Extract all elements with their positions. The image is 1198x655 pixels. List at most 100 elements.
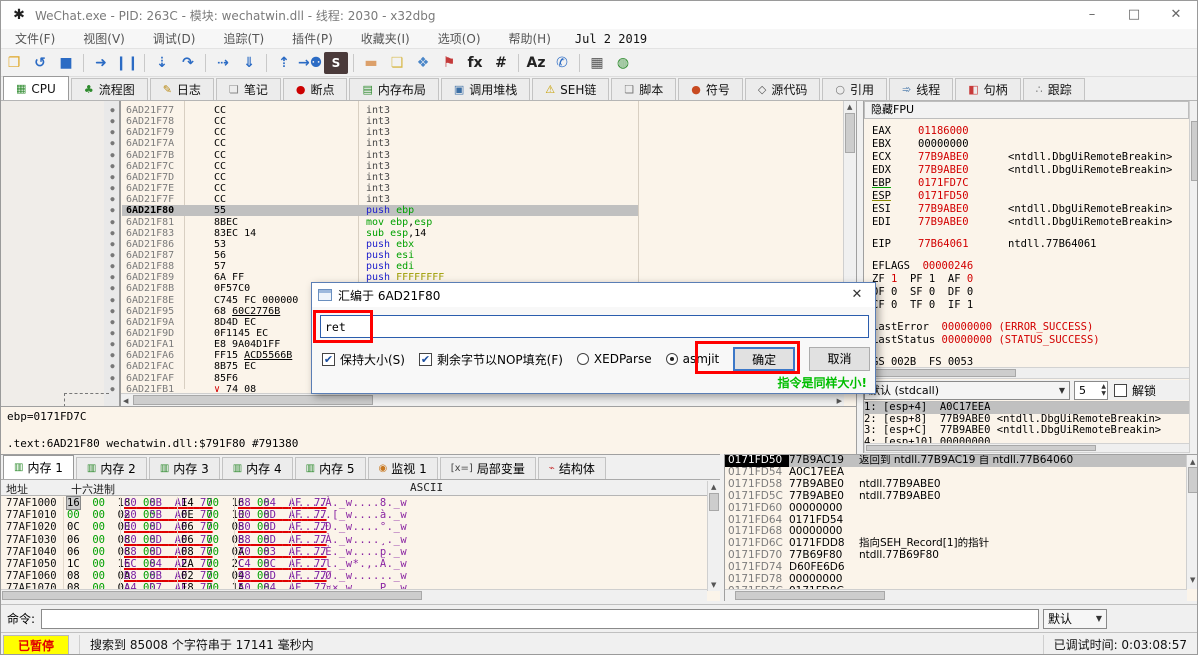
menu-item-7[interactable]: 帮助(H): [495, 30, 565, 47]
register-line[interactable]: EBP0171FD7C: [872, 177, 1189, 190]
keep-size-checkbox[interactable]: ✔: [322, 353, 335, 366]
maximize-button[interactable]: □: [1113, 1, 1155, 29]
nop-fill-option[interactable]: ✔ 剩余字节以NOP填充(F): [419, 351, 563, 368]
tab-dump-5[interactable]: ▥内存 5: [295, 457, 366, 479]
breakpoint-dot-icon[interactable]: ●: [104, 150, 121, 161]
comments-icon[interactable]: ❏: [385, 52, 409, 74]
breakpoint-dot-icon[interactable]: ●: [104, 138, 121, 149]
hide-fpu-button[interactable]: 隐藏FPU: [864, 101, 1189, 119]
stop-icon[interactable]: ■: [54, 52, 78, 74]
stack-row[interactable]: 0171FD5C77B9ABE0ntdll.77B9ABE0: [725, 491, 1198, 503]
disasm-row[interactable]: ●6AD21F8653push ebx: [1, 239, 844, 250]
tab-handles[interactable]: ◧句柄: [955, 78, 1020, 100]
tab-symbols[interactable]: ●符号: [678, 78, 743, 100]
breakpoint-dot-icon[interactable]: ●: [104, 161, 121, 172]
calling-convention-select[interactable]: 默认 (stdcall) ▼: [864, 381, 1070, 400]
breakpoint-dot-icon[interactable]: ●: [104, 105, 121, 116]
breakpoint-dot-icon[interactable]: ●: [104, 116, 121, 127]
dump-row[interactable]: 77AF100016 00 18 00C0 8B AF 7714 00 16 0…: [1, 497, 707, 509]
tab-struct[interactable]: ⌁结构体: [538, 457, 606, 479]
stack-row[interactable]: 0171FD6000000000: [725, 503, 1198, 515]
tab-dump-4[interactable]: ▥内存 4: [222, 457, 293, 479]
registers-horizontal-scrollbar[interactable]: [864, 367, 1189, 379]
breakpoint-dot-icon[interactable]: ●: [104, 127, 121, 138]
disasm-horizontal-scrollbar[interactable]: ◀ ▶: [121, 393, 844, 406]
memory-dump-panel[interactable]: ▥内存 1▥内存 2▥内存 3▥内存 4▥内存 5◉监视 1[x=]局部变量⌁结…: [1, 454, 720, 601]
stepper-arrows-icon[interactable]: ▲▼: [1101, 383, 1107, 397]
breakpoint-dot-icon[interactable]: ●: [104, 228, 121, 239]
close-button[interactable]: ✕: [1155, 1, 1197, 29]
breakpoint-dot-icon[interactable]: ●: [104, 250, 121, 261]
tab-memory-map[interactable]: ▤内存布局: [349, 78, 438, 100]
breakpoint-dot-icon[interactable]: ●: [104, 306, 121, 317]
menu-item-6[interactable]: 选项(O): [424, 30, 495, 47]
step-into-icon[interactable]: ⇣: [150, 52, 174, 74]
breakpoint-dot-icon[interactable]: ●: [104, 205, 121, 216]
tab-references[interactable]: ○引用: [822, 78, 887, 100]
open-folder-icon[interactable]: ❐: [2, 52, 26, 74]
restart-icon[interactable]: ↺: [28, 52, 52, 74]
dump-vertical-scrollbar[interactable]: ▲ ▼: [707, 481, 720, 591]
tab-locals[interactable]: [x=]局部变量: [440, 457, 536, 479]
tab-dump-2[interactable]: ▥内存 2: [76, 457, 147, 479]
tab-graph[interactable]: ♣流程图: [71, 78, 148, 100]
xedparse-radio[interactable]: [577, 353, 589, 365]
dump-row[interactable]: 77AF101000 00 02 0080 5B AF 770E 00 10 0…: [1, 509, 707, 521]
argument-count-stepper[interactable]: 5 ▲▼: [1074, 381, 1108, 400]
disasm-row[interactable]: ●6AD21F8756push esi: [1, 250, 844, 261]
breakpoint-dot-icon[interactable]: ●: [104, 328, 121, 339]
command-input[interactable]: [41, 609, 1039, 629]
tab-watch-1[interactable]: ◉监视 1: [368, 457, 438, 479]
trace-into-icon[interactable]: ⇢: [211, 52, 235, 74]
dump-row[interactable]: 77AF104006 00 08 00C8 8D AF 7708 00 0A 0…: [1, 546, 707, 558]
tab-trace[interactable]: ∴跟踪: [1023, 78, 1085, 100]
disasm-row[interactable]: ●6AD21F8857push edi: [1, 261, 844, 272]
breakpoint-dot-icon[interactable]: ●: [104, 183, 121, 194]
dump-row[interactable]: 77AF10200C 00 0E 00D0 8D AF 7706 00 08 0…: [1, 521, 707, 533]
tab-breakpoints[interactable]: ●断点: [283, 78, 348, 100]
register-line[interactable]: EBX00000000: [872, 138, 1189, 151]
tab-call-stack[interactable]: ▣调用堆栈: [441, 78, 530, 100]
disasm-row[interactable]: ●6AD21F7DCCint3: [1, 172, 844, 183]
pause-icon[interactable]: ❙❙: [115, 52, 139, 74]
internet-icon[interactable]: ◍: [611, 52, 635, 74]
tab-script[interactable]: ❏脚本: [611, 78, 676, 100]
argument-row[interactable]: 3: [esp+C] 77B9ABE0 <ntdll.DbgUiRemoteBr…: [864, 425, 1189, 437]
settings-s-icon[interactable]: S: [324, 52, 348, 74]
breakpoint-dot-icon[interactable]: ●: [104, 295, 121, 306]
register-line[interactable]: ESP0171FD50: [872, 190, 1189, 203]
disasm-row[interactable]: ●6AD21F78CCint3: [1, 116, 844, 127]
disasm-row[interactable]: ●6AD21F7CCCint3: [1, 161, 844, 172]
register-line[interactable]: OF 0 SF 0 DF 0: [872, 286, 1189, 299]
disasm-row[interactable]: ●6AD21F79CCint3: [1, 127, 844, 138]
dump-horizontal-scrollbar[interactable]: [1, 589, 707, 601]
register-line[interactable]: CF 0 TF 0 IF 1: [872, 299, 1189, 312]
register-line[interactable]: ZF 1 PF 1 AF 0: [872, 273, 1189, 286]
menu-item-3[interactable]: 追踪(T): [209, 30, 278, 47]
log-icon[interactable]: ✆: [550, 52, 574, 74]
cancel-button[interactable]: 取消: [809, 347, 870, 371]
breakpoint-dot-icon[interactable]: ●: [104, 361, 121, 372]
command-profile-select[interactable]: 默认 ▼: [1043, 609, 1107, 629]
argument-row[interactable]: 1: [esp+4] A0C17EEA: [864, 402, 1189, 414]
disasm-row[interactable]: ●6AD21F7ACCint3: [1, 138, 844, 149]
asmjit-radio[interactable]: [666, 353, 678, 365]
dialog-title-bar[interactable]: 汇编于 6AD21F80 ✕: [312, 283, 875, 307]
nop-fill-checkbox[interactable]: ✔: [419, 353, 432, 366]
stack-horizontal-scrollbar[interactable]: [725, 589, 1187, 601]
labels-icon[interactable]: ❖: [411, 52, 435, 74]
step-over-icon[interactable]: ↷: [176, 52, 200, 74]
trace-over-icon[interactable]: ⇓: [237, 52, 261, 74]
stack-vertical-scrollbar[interactable]: ▲ ▼: [1186, 455, 1198, 589]
tab-threads[interactable]: ➾线程: [889, 78, 953, 100]
registers-vertical-scrollbar[interactable]: [1189, 101, 1198, 453]
stack-row[interactable]: 0171FD5877B9ABE0ntdll.77B9ABE0: [725, 479, 1198, 491]
minimize-button[interactable]: –: [1071, 1, 1113, 29]
arguments-horizontal-scrollbar[interactable]: [864, 443, 1189, 453]
unlock-option[interactable]: ✔ 解锁: [1114, 382, 1156, 399]
tab-cpu[interactable]: ▦CPU: [3, 76, 69, 100]
menu-item-4[interactable]: 插件(P): [278, 30, 347, 47]
tab-dump-3[interactable]: ▥内存 3: [149, 457, 220, 479]
registers-panel[interactable]: 隐藏FPU EAX01186000EBX00000000ECX77B9ABE0<…: [863, 101, 1189, 453]
register-line[interactable]: ESI77B9ABE0<ntdll.DbgUiRemoteBreakin>: [872, 203, 1189, 216]
